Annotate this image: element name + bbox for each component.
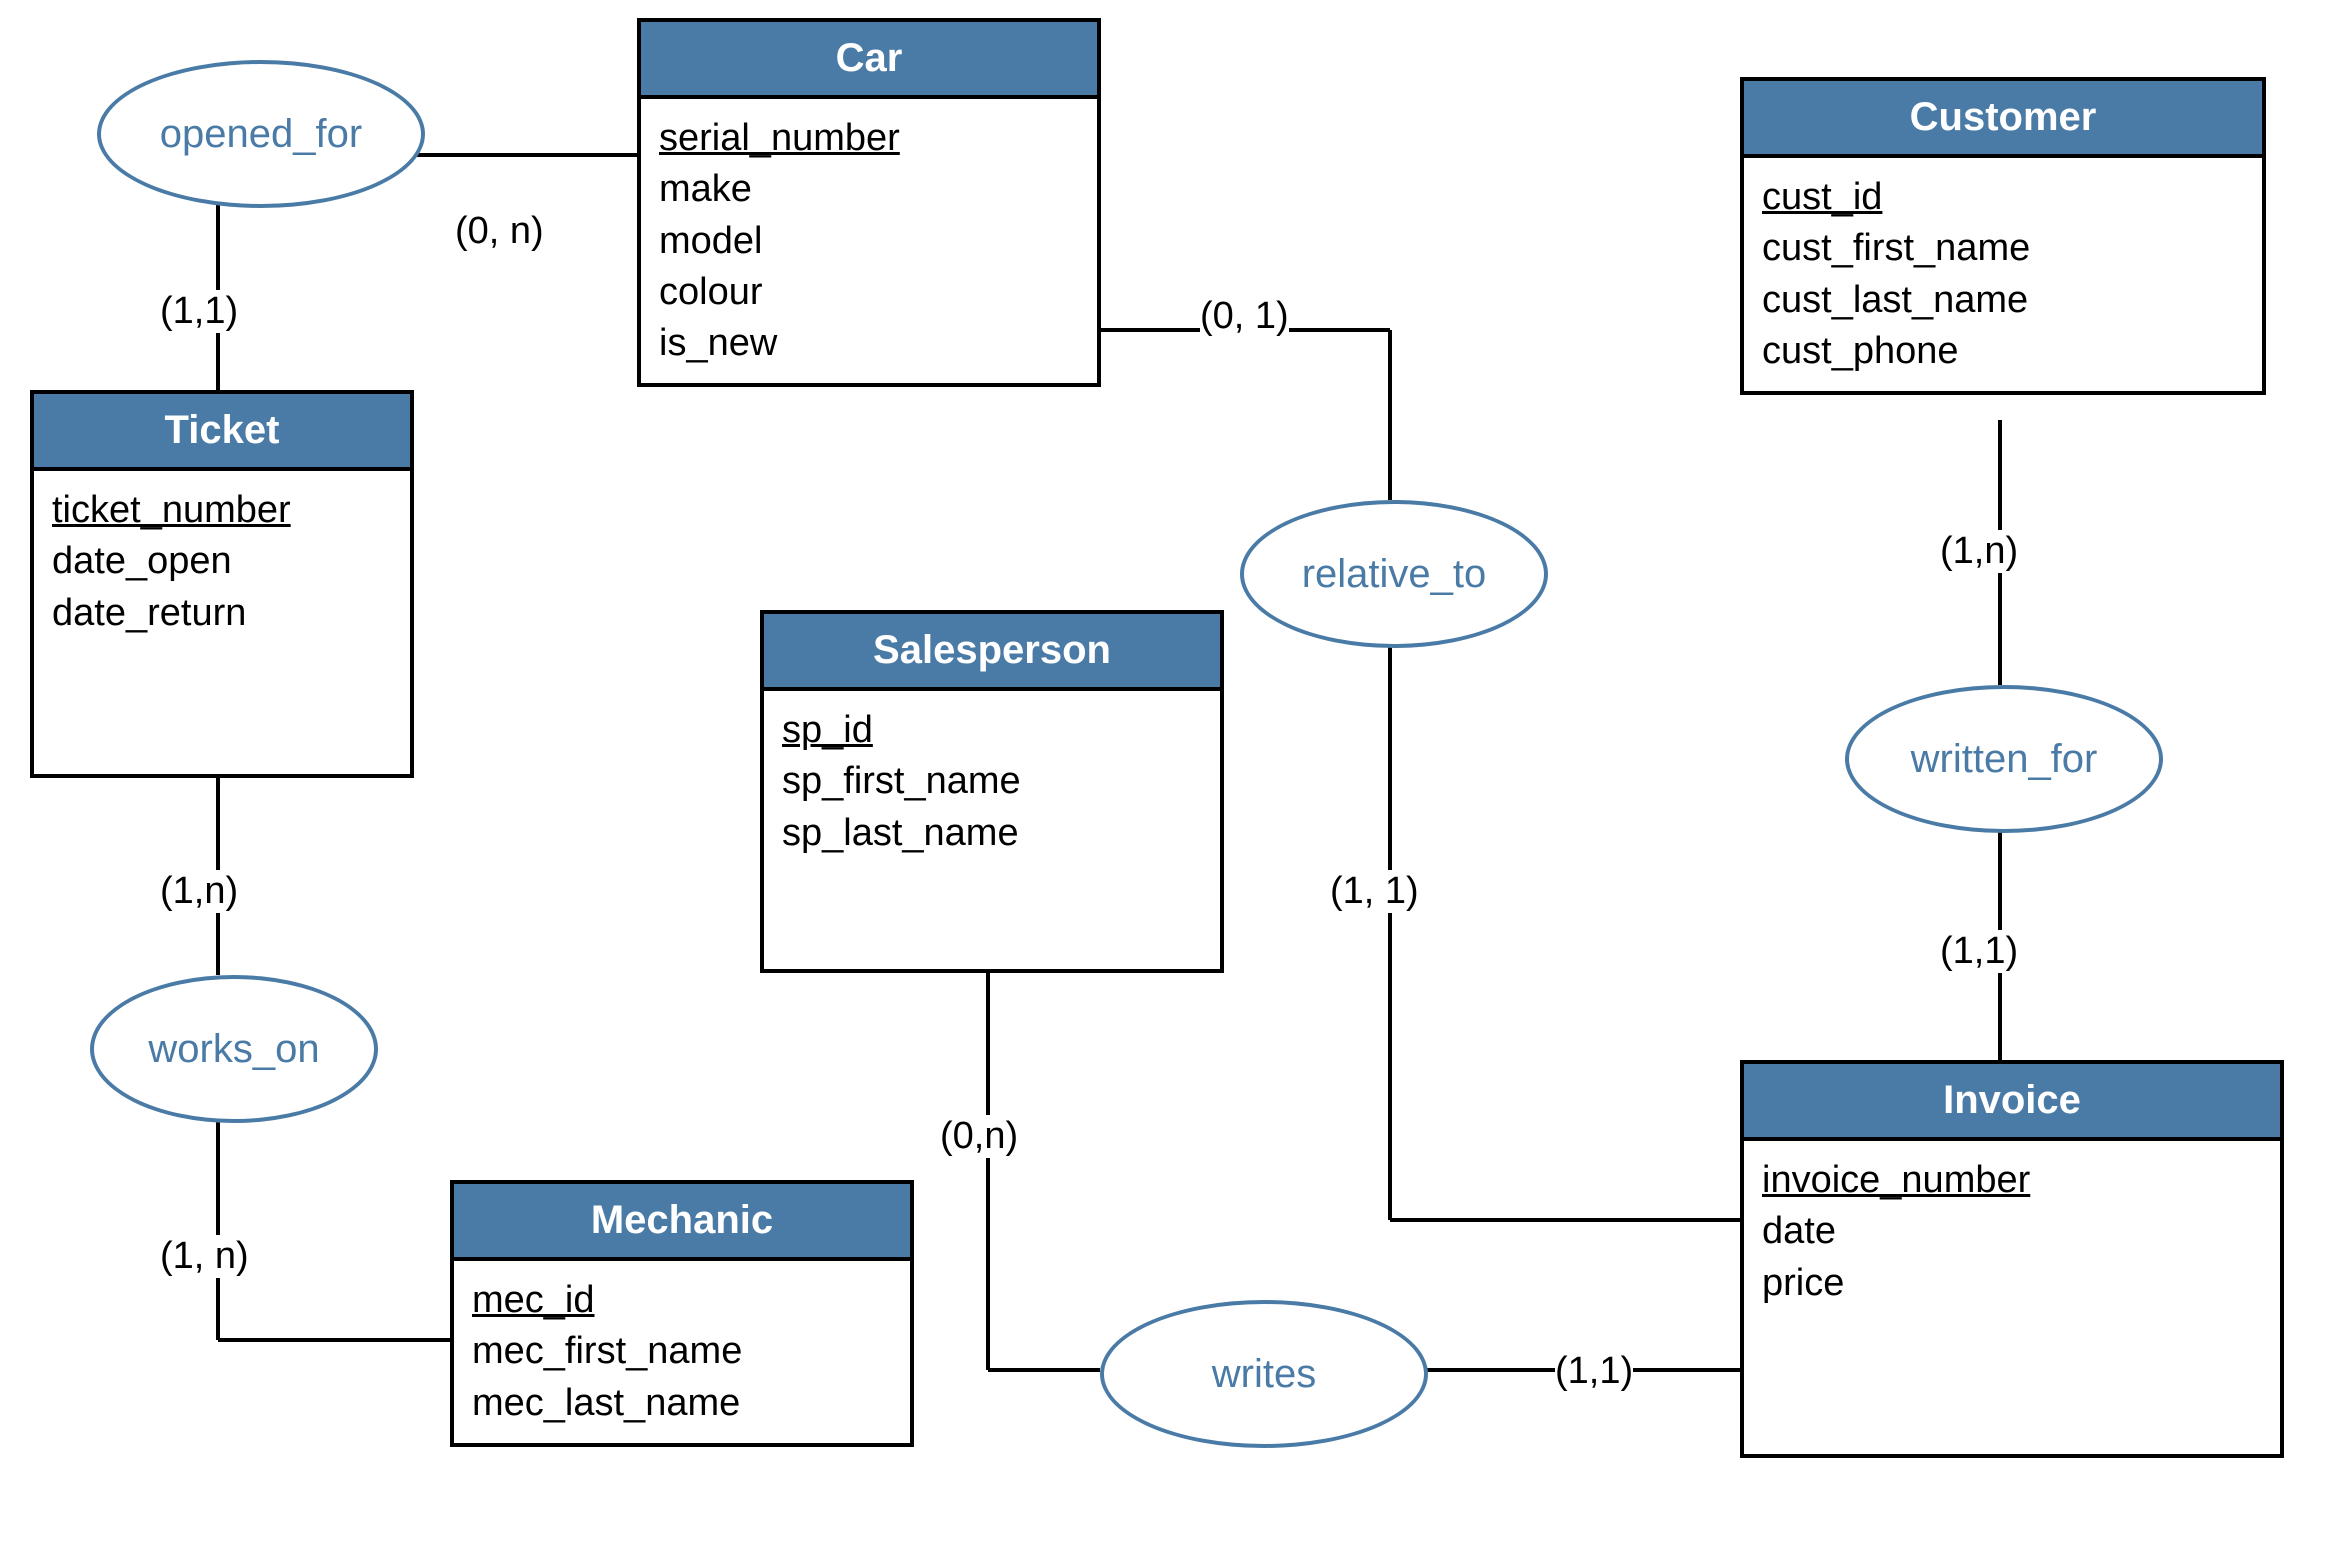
entity-body: cust_id cust_first_name cust_last_name c… bbox=[1744, 158, 2262, 391]
entity-body: invoice_number date price bbox=[1744, 1141, 2280, 1323]
rel-written-for: written_for bbox=[1845, 685, 2163, 833]
rel-writes: writes bbox=[1100, 1300, 1428, 1448]
entity-title: Car bbox=[641, 22, 1097, 99]
entity-title: Salesperson bbox=[764, 614, 1220, 691]
entity-invoice: Invoice invoice_number date price bbox=[1740, 1060, 2284, 1458]
card-writes-salesperson: (0,n) bbox=[940, 1115, 1018, 1158]
entity-body: serial_number make model colour is_new bbox=[641, 99, 1097, 383]
entity-title: Invoice bbox=[1744, 1064, 2280, 1141]
card-opened-for-car: (0, n) bbox=[455, 210, 544, 253]
entity-mechanic: Mechanic mec_id mec_first_name mec_last_… bbox=[450, 1180, 914, 1447]
card-works-on-mechanic: (1, n) bbox=[160, 1235, 249, 1278]
entity-body: sp_id sp_first_name sp_last_name bbox=[764, 691, 1220, 873]
entity-ticket: Ticket ticket_number date_open date_retu… bbox=[30, 390, 414, 778]
card-relative-to-car: (0, 1) bbox=[1200, 295, 1289, 338]
er-diagram: Car serial_number make model colour is_n… bbox=[0, 0, 2330, 1552]
entity-customer: Customer cust_id cust_first_name cust_la… bbox=[1740, 77, 2266, 395]
card-opened-for-ticket: (1,1) bbox=[160, 290, 238, 333]
entity-body: ticket_number date_open date_return bbox=[34, 471, 410, 653]
entity-body: mec_id mec_first_name mec_last_name bbox=[454, 1261, 910, 1443]
rel-works-on: works_on bbox=[90, 975, 378, 1123]
card-writes-invoice: (1,1) bbox=[1555, 1350, 1633, 1393]
entity-title: Mechanic bbox=[454, 1184, 910, 1261]
rel-relative-to: relative_to bbox=[1240, 500, 1548, 648]
card-written-for-cust: (1,n) bbox=[1940, 530, 2018, 573]
entity-car: Car serial_number make model colour is_n… bbox=[637, 18, 1101, 387]
card-relative-to-invoice: (1, 1) bbox=[1330, 870, 1419, 913]
entity-title: Customer bbox=[1744, 81, 2262, 158]
entity-salesperson: Salesperson sp_id sp_first_name sp_last_… bbox=[760, 610, 1224, 973]
entity-title: Ticket bbox=[34, 394, 410, 471]
card-written-for-inv: (1,1) bbox=[1940, 930, 2018, 973]
rel-opened-for: opened_for bbox=[97, 60, 425, 208]
card-works-on-ticket: (1,n) bbox=[160, 870, 238, 913]
